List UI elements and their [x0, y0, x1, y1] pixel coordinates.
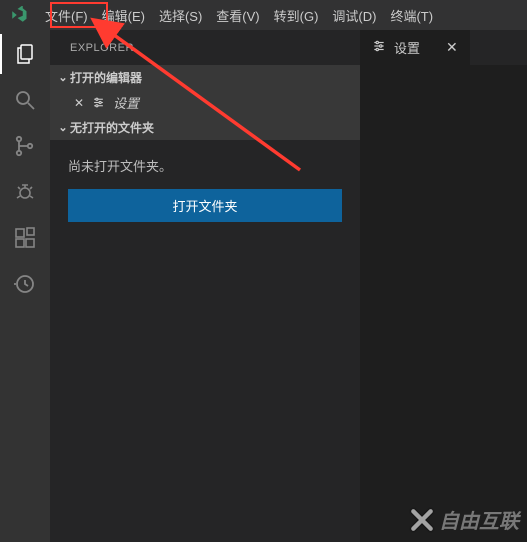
menu-terminal-label: 终端(T): [390, 6, 433, 25]
no-folder-message: 尚未打开文件夹。: [68, 156, 342, 175]
app-logo-icon: [8, 4, 30, 26]
menu-edit[interactable]: 编辑(E): [95, 0, 152, 30]
no-folder-header[interactable]: ⌄ 无打开的文件夹: [50, 115, 360, 140]
menu-debug-label: 调试(D): [332, 6, 376, 25]
tab-settings-label: 设置: [394, 38, 420, 57]
watermark-text: 自由互联: [439, 505, 519, 534]
menu-edit-label: 编辑(E): [102, 6, 145, 25]
menu-terminal[interactable]: 终端(T): [383, 0, 440, 30]
open-folder-button[interactable]: 打开文件夹: [68, 189, 342, 222]
close-icon[interactable]: ✕: [74, 96, 84, 110]
menu-file-label: 文件(F): [45, 6, 88, 25]
no-folder-panel: 尚未打开文件夹。 打开文件夹: [50, 140, 360, 238]
menu-view[interactable]: 查看(V): [209, 0, 266, 30]
settings-tab-icon: [372, 39, 386, 56]
explorer-title: EXPLORER: [50, 30, 360, 65]
settings-file-icon: [92, 96, 105, 109]
activity-search-icon[interactable]: [11, 86, 39, 114]
menu-goto[interactable]: 转到(G): [267, 0, 326, 30]
menu-select-label: 选择(S): [159, 6, 202, 25]
activity-history-icon[interactable]: [11, 270, 39, 298]
watermark: 自由互联: [409, 505, 519, 534]
explorer-sidebar: EXPLORER ⌄ 打开的编辑器 ✕ 设置 ⌄ 无打开的文件夹 尚未打开文件夹…: [50, 30, 360, 542]
open-editors-header[interactable]: ⌄ 打开的编辑器: [50, 65, 360, 90]
open-editors-section: ⌄ 打开的编辑器 ✕ 设置 ⌄ 无打开的文件夹: [50, 65, 360, 140]
activity-bar: [0, 30, 50, 542]
open-editor-item-label: 设置: [113, 93, 139, 112]
menu-select[interactable]: 选择(S): [152, 0, 209, 30]
menu-debug[interactable]: 调试(D): [325, 0, 383, 30]
editor-tabbar: 设置 ✕: [360, 30, 527, 65]
menu-view-label: 查看(V): [216, 6, 259, 25]
open-editor-item[interactable]: ✕ 设置: [50, 90, 360, 115]
activity-extensions-icon[interactable]: [11, 224, 39, 252]
open-editors-label: 打开的编辑器: [70, 69, 142, 86]
menu-goto-label: 转到(G): [274, 6, 319, 25]
tab-settings[interactable]: 设置 ✕: [360, 30, 470, 65]
activity-explorer-icon[interactable]: [11, 40, 39, 68]
no-folder-label: 无打开的文件夹: [70, 119, 154, 136]
editor-area: 设置 ✕: [360, 30, 527, 542]
menu-file[interactable]: 文件(F): [38, 0, 95, 30]
menubar: 文件(F) 编辑(E) 选择(S) 查看(V) 转到(G) 调试(D) 终端(T…: [0, 0, 527, 30]
activity-debug-icon[interactable]: [11, 178, 39, 206]
activity-git-icon[interactable]: [11, 132, 39, 160]
chevron-down-icon: ⌄: [56, 121, 70, 134]
tab-close-icon[interactable]: ✕: [446, 39, 458, 56]
chevron-down-icon: ⌄: [56, 71, 70, 84]
